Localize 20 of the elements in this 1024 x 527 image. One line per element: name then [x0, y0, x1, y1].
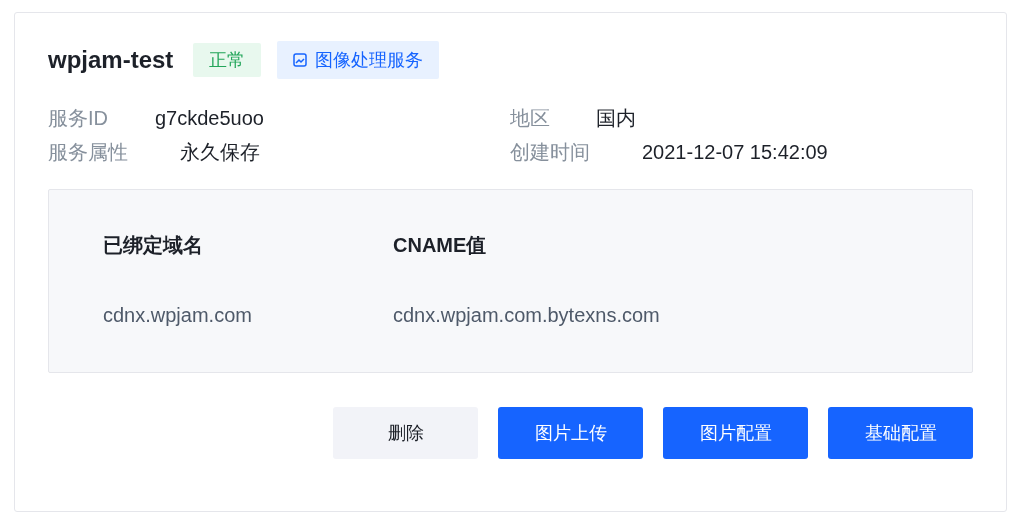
info-label: 创建时间 — [510, 140, 591, 165]
info-label: 服务ID — [48, 106, 109, 131]
action-button[interactable]: 基础配置 — [828, 407, 973, 459]
info-value: 2021-12-07 15:42:09 — [642, 140, 828, 165]
service-badge: 图像处理服务 — [277, 41, 440, 79]
image-icon — [293, 53, 308, 67]
table-cell-text: cdnx.wpjam.com.bytexns.com — [393, 303, 660, 328]
column-header: 已绑定域名 — [103, 233, 204, 258]
info-label: 服务属性 — [48, 140, 129, 165]
info-value: 国内 — [596, 106, 636, 131]
info-label: 地区 — [510, 106, 551, 131]
action-button[interactable]: 图片上传 — [498, 407, 643, 459]
table-cell-text: cdnx.wpjam.com — [103, 303, 253, 328]
service-title: wpjam-test — [48, 45, 174, 75]
action-button[interactable]: 图片配置 — [663, 407, 808, 459]
info-value: 永久保存 — [180, 140, 260, 165]
info-value: g7ckde5uoo — [155, 106, 264, 131]
action-button[interactable]: 删除 — [333, 407, 478, 459]
status-badge: 正常 — [193, 43, 262, 77]
column-header: CNAME值 — [393, 233, 487, 258]
